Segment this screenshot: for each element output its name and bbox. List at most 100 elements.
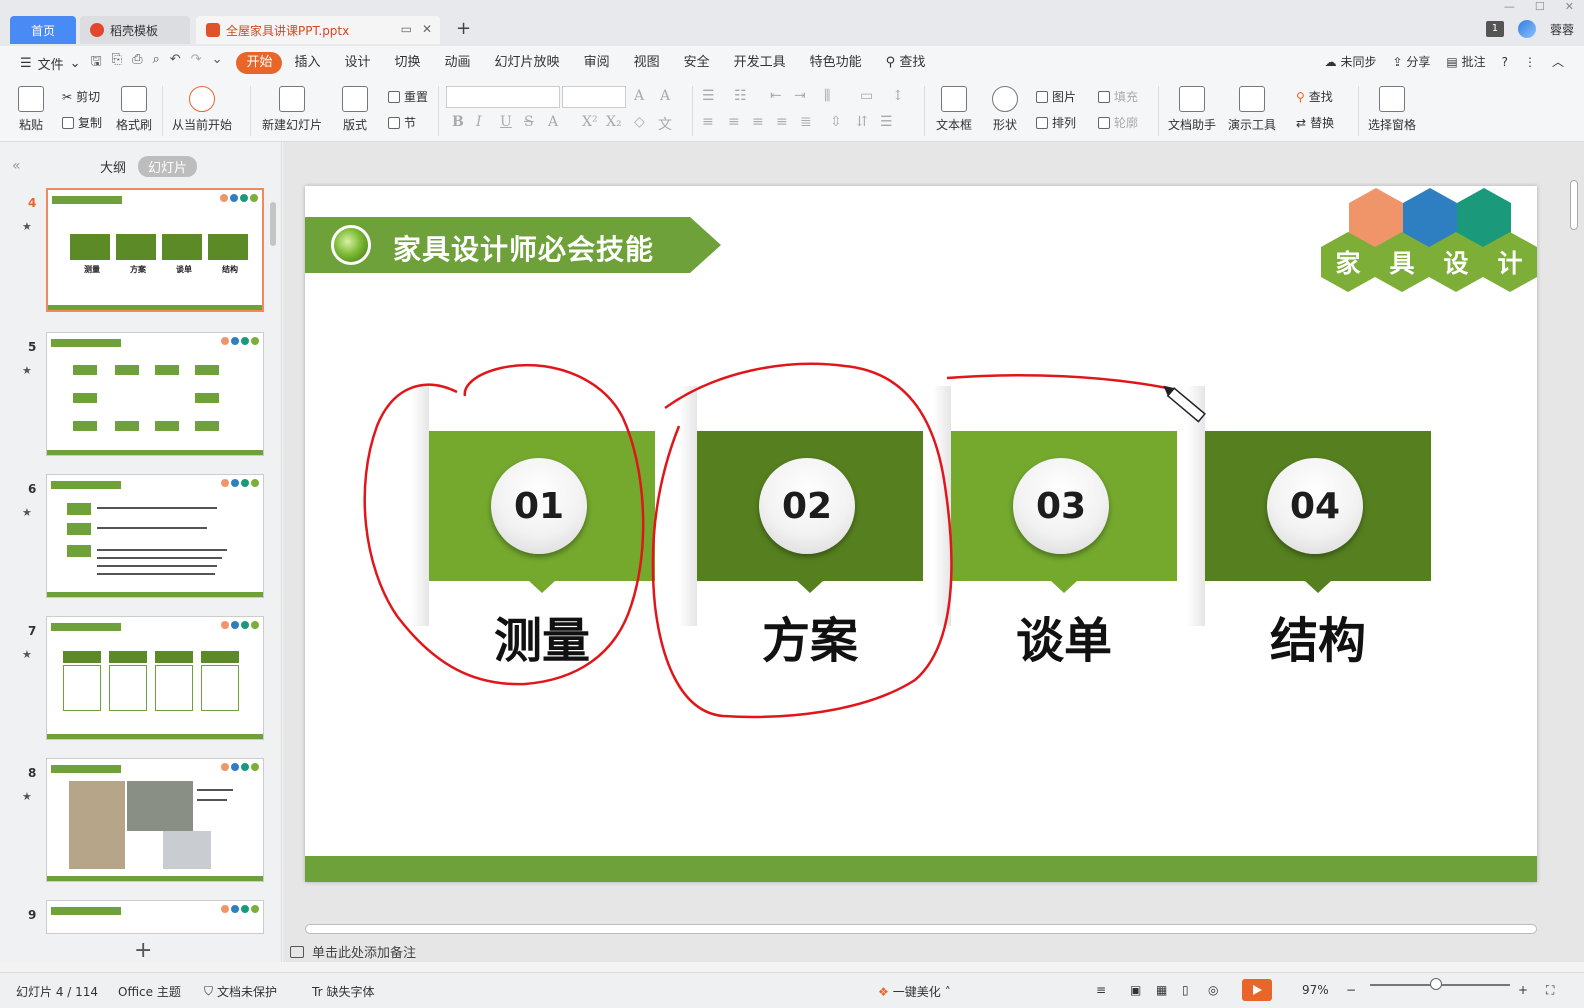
line-spacing-icon[interactable]: ↕ bbox=[892, 88, 904, 104]
reading-view-icon[interactable]: ▯ bbox=[1182, 983, 1189, 997]
customize-icon[interactable]: ⌄ bbox=[212, 52, 223, 74]
tab-special[interactable]: 特色功能 bbox=[798, 52, 874, 74]
redo-icon[interactable]: ↷ bbox=[191, 52, 202, 74]
tab-slides[interactable]: 幻灯片 bbox=[138, 156, 198, 177]
eye-protect-icon[interactable]: ◎ bbox=[1208, 983, 1218, 997]
horizontal-scrollbar[interactable] bbox=[305, 924, 1537, 934]
zoom-level[interactable]: 97% bbox=[1302, 983, 1329, 997]
normal-view-icon[interactable]: ▣ bbox=[1130, 983, 1141, 997]
doc-protection-button[interactable]: ⛉ 文档未保护 bbox=[204, 983, 277, 1000]
search-button[interactable]: ⚲ 查找 bbox=[874, 52, 938, 74]
indent-decrease-icon[interactable]: ⇤ bbox=[770, 88, 782, 104]
outline-button[interactable]: 轮廓 bbox=[1098, 114, 1138, 131]
notes-area[interactable]: 单击此处添加备注 bbox=[290, 942, 416, 961]
tab-transition[interactable]: 切换 bbox=[383, 52, 433, 74]
slide-thumbnail-9[interactable]: 9 bbox=[0, 900, 282, 934]
tab-outline[interactable]: 大纲 bbox=[100, 157, 126, 176]
window-count-badge[interactable]: 1 bbox=[1485, 21, 1504, 37]
italic-icon[interactable]: I bbox=[476, 114, 482, 130]
close-tab-icon[interactable]: ✕ bbox=[422, 22, 432, 36]
reset-button[interactable]: 重置 bbox=[388, 88, 428, 105]
preview-icon[interactable]: ⌕ bbox=[152, 52, 159, 74]
align-right-icon[interactable]: ≡ bbox=[752, 114, 764, 130]
comment-button[interactable]: ▤ 批注 bbox=[1446, 53, 1485, 70]
more-icon[interactable]: ⋮ bbox=[1524, 55, 1536, 69]
bold-icon[interactable]: B bbox=[452, 114, 464, 130]
minimize-icon[interactable]: — bbox=[1504, 0, 1515, 13]
tab-document[interactable]: 全屋家具讲课PPT.pptx ▭ ✕ bbox=[196, 16, 440, 44]
layout-button[interactable]: 版式 bbox=[342, 86, 368, 133]
paragraph-spacing-icon[interactable]: ⇵ bbox=[856, 114, 868, 130]
new-slide-button[interactable]: 新建幻灯片 bbox=[262, 86, 322, 133]
collapse-ribbon-icon[interactable]: ︿ bbox=[1552, 53, 1564, 70]
tab-animation[interactable]: 动画 bbox=[433, 52, 483, 74]
share-button[interactable]: ⇪ 分享 bbox=[1393, 53, 1431, 70]
avatar[interactable] bbox=[1517, 20, 1536, 38]
zoom-slider-handle[interactable] bbox=[1430, 978, 1442, 990]
tab-security[interactable]: 安全 bbox=[672, 52, 722, 74]
cut-button[interactable]: ✂ 剪切 bbox=[62, 88, 100, 105]
shrink-font-icon[interactable]: A bbox=[660, 88, 670, 104]
arrange-button[interactable]: 排列 bbox=[1036, 114, 1076, 131]
undo-icon[interactable]: ↶ bbox=[170, 52, 181, 74]
new-tab-button[interactable]: + bbox=[456, 18, 471, 39]
tab-dev-tools[interactable]: 开发工具 bbox=[722, 52, 798, 74]
font-size-select[interactable] bbox=[562, 86, 626, 108]
slide-thumbnail-8[interactable]: 8 ★ bbox=[0, 758, 282, 888]
zoom-out-icon[interactable]: − bbox=[1346, 983, 1356, 997]
zoom-in-icon[interactable]: + bbox=[1518, 983, 1528, 997]
subscript-icon[interactable]: X₂ bbox=[606, 114, 622, 130]
text-direction-icon[interactable]: ▭ bbox=[860, 88, 873, 104]
sorter-view-icon[interactable]: ▦ bbox=[1156, 983, 1167, 997]
restore-tab-icon[interactable]: ▭ bbox=[401, 22, 412, 36]
tab-start[interactable]: 开始 bbox=[236, 52, 283, 74]
beautify-button[interactable]: ❖ 一键美化 ˄ bbox=[878, 983, 951, 1000]
window-close-icon[interactable]: ✕ bbox=[1565, 0, 1574, 13]
format-painter-button[interactable]: 格式刷 bbox=[116, 86, 152, 133]
find-button[interactable]: ⚲ 查找 bbox=[1296, 88, 1333, 105]
maximize-icon[interactable]: ☐ bbox=[1535, 0, 1545, 13]
theme-name[interactable]: Office 主题 bbox=[118, 983, 181, 1000]
help-icon[interactable]: ? bbox=[1502, 55, 1508, 69]
play-from-current-button[interactable]: 从当前开始 bbox=[172, 86, 232, 133]
slide-thumbnail-5[interactable]: 5 ★ bbox=[0, 332, 282, 462]
textbox-button[interactable]: 文本框 bbox=[936, 86, 972, 133]
clear-format-icon[interactable]: ◇ bbox=[634, 114, 645, 130]
vertical-align-icon[interactable]: ⇳ bbox=[830, 114, 842, 130]
missing-font-button[interactable]: Tr 缺失字体 bbox=[312, 983, 375, 1000]
fill-button[interactable]: 填充 bbox=[1098, 88, 1138, 105]
user-name[interactable]: 蓉蓉 bbox=[1550, 21, 1574, 38]
replace-button[interactable]: ⇄ 替换 bbox=[1296, 114, 1334, 131]
tab-home[interactable]: 首页 bbox=[10, 16, 76, 44]
tab-design[interactable]: 设计 bbox=[333, 52, 383, 74]
distribute-icon[interactable]: ≣ bbox=[800, 114, 812, 130]
columns-icon[interactable]: ⫼ bbox=[824, 88, 830, 104]
align-center-icon[interactable]: ≡ bbox=[728, 114, 740, 130]
notes-toggle-icon[interactable]: ≡ bbox=[1096, 983, 1106, 997]
tab-view[interactable]: 视图 bbox=[622, 52, 672, 74]
vertical-scrollbar[interactable] bbox=[1570, 180, 1578, 230]
phonetic-icon[interactable]: 文 bbox=[658, 114, 672, 134]
paragraph-settings-icon[interactable]: ☰ bbox=[880, 114, 893, 130]
sync-button[interactable]: ☁ 未同步 bbox=[1325, 53, 1377, 70]
underline-icon[interactable]: U bbox=[500, 114, 512, 130]
section-button[interactable]: 节 bbox=[388, 114, 416, 131]
collapse-panel-icon[interactable]: « bbox=[12, 158, 21, 174]
font-name-select[interactable] bbox=[446, 86, 560, 108]
align-left-icon[interactable]: ≡ bbox=[702, 114, 714, 130]
slide[interactable]: 家具设计师必会技能 家 具 设 计 01 测量 02 方案 03 谈单 04 结… bbox=[305, 186, 1537, 882]
tab-review[interactable]: 审阅 bbox=[572, 52, 622, 74]
save-icon[interactable]: 🖫 bbox=[91, 52, 102, 74]
output-icon[interactable]: ⎘ bbox=[112, 52, 122, 74]
grow-font-icon[interactable]: A bbox=[634, 88, 644, 104]
doc-helper-button[interactable]: 文档助手 bbox=[1168, 86, 1216, 133]
numbering-icon[interactable]: ☷ bbox=[734, 88, 747, 104]
paste-button[interactable]: 粘贴 bbox=[18, 86, 44, 133]
tab-slideshow[interactable]: 幻灯片放映 bbox=[483, 52, 572, 74]
select-pane-button[interactable]: 选择窗格 bbox=[1368, 86, 1416, 133]
slide-thumbnail-7[interactable]: 7 ★ bbox=[0, 616, 282, 746]
present-tools-button[interactable]: 演示工具 bbox=[1228, 86, 1276, 133]
indent-increase-icon[interactable]: ⇥ bbox=[794, 88, 806, 104]
slide-thumbnail-4[interactable]: 4 ★ 测量 方案 谈单 结构 bbox=[0, 188, 282, 318]
file-menu[interactable]: ☰ 文件 ⌄ bbox=[0, 54, 91, 73]
